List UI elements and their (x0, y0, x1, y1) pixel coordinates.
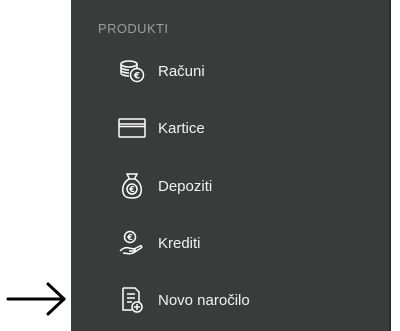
menu-item-label: Depoziti (158, 177, 213, 195)
right-arrow-icon (6, 281, 68, 317)
side-menu-panel: PRODUKTI € Računi Kartice € Depoziti € K… (71, 0, 391, 331)
screenshot-stage: PRODUKTI € Računi Kartice € Depoziti € K… (0, 0, 400, 331)
money-bag-euro-icon: € (118, 172, 146, 200)
section-header-produkti: PRODUKTI (98, 21, 169, 36)
svg-text:€: € (133, 72, 140, 82)
svg-text:€: € (128, 185, 135, 194)
coins-euro-icon: € (118, 57, 146, 85)
new-order-document-icon (118, 286, 146, 314)
menu-item-krediti[interactable]: € Krediti (71, 215, 389, 271)
menu-item-label: Računi (158, 62, 205, 80)
hand-euro-coin-icon: € (118, 229, 146, 257)
card-icon (118, 114, 146, 142)
menu-item-label: Novo naročilo (158, 291, 250, 309)
menu-item-racuni[interactable]: € Računi (71, 43, 389, 99)
menu-item-label: Krediti (158, 234, 201, 252)
menu-item-novo-narocilo[interactable]: Novo naročilo (71, 272, 389, 328)
menu-item-label: Kartice (158, 119, 205, 137)
menu-item-kartice[interactable]: Kartice (71, 100, 389, 156)
menu-item-depoziti[interactable]: € Depoziti (71, 158, 389, 214)
svg-text:€: € (126, 233, 133, 242)
